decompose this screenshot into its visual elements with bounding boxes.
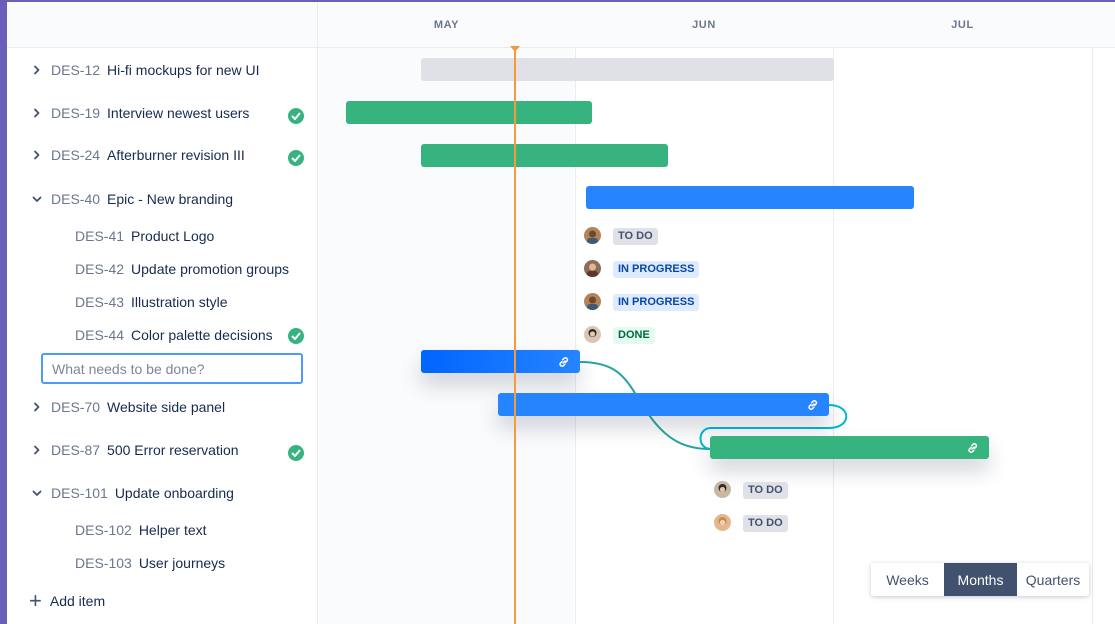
today-marker-icon	[510, 46, 520, 52]
roadmap-app: MAY JUN JUL DES-12 Hi-fi mockups for new…	[7, 2, 1115, 624]
avatar	[714, 514, 731, 531]
avatar	[584, 326, 601, 343]
status-badge[interactable]: IN PROGRESS	[613, 261, 700, 278]
status-badge[interactable]: TO DO	[743, 482, 788, 499]
link-icon[interactable]	[806, 398, 820, 412]
avatar	[584, 227, 601, 244]
timeline-bar-des-87[interactable]	[710, 436, 989, 459]
timeline-bar-des-70[interactable]	[498, 393, 829, 416]
status-badge[interactable]: TO DO	[613, 228, 658, 245]
link-icon[interactable]	[966, 441, 980, 455]
view-months-button[interactable]: Months	[944, 563, 1017, 596]
status-badge[interactable]: TO DO	[743, 515, 788, 532]
view-weeks-button[interactable]: Weeks	[871, 563, 944, 596]
view-switcher: Weeks Months Quarters	[871, 563, 1089, 596]
view-quarters-button[interactable]: Quarters	[1017, 563, 1089, 596]
dependency-connectors	[579, 361, 848, 450]
avatar	[584, 260, 601, 277]
status-badge[interactable]: IN PROGRESS	[613, 294, 700, 311]
link-icon[interactable]	[557, 355, 571, 369]
today-marker-line	[514, 48, 516, 624]
timeline-bar-des-44-link[interactable]	[421, 350, 580, 373]
status-badge[interactable]: DONE	[613, 327, 655, 344]
avatar	[714, 481, 731, 498]
avatar	[584, 293, 601, 310]
